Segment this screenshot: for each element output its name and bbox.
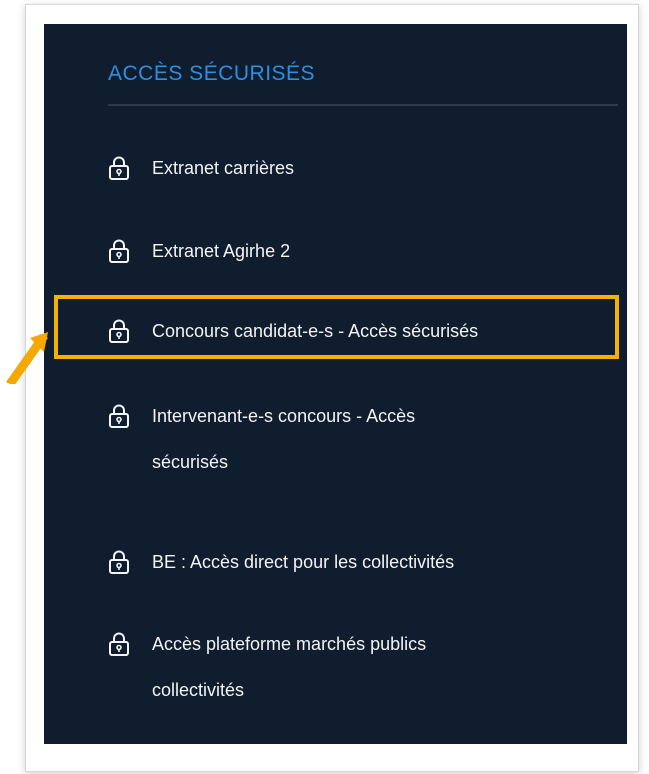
link-label: Concours candidat-e-s - Accès sécurisés bbox=[152, 321, 479, 341]
title-divider bbox=[108, 104, 618, 106]
lock-icon bbox=[108, 404, 130, 428]
link-label: Extranet Agirhe 2 bbox=[152, 241, 291, 261]
lock-icon bbox=[108, 319, 130, 343]
lock-icon bbox=[108, 632, 130, 656]
link-label: BE : Accès direct pour les collectivités bbox=[152, 552, 455, 572]
link-label: Accès plateforme marchés publics bbox=[152, 634, 427, 654]
link-label: Extranet carrières bbox=[152, 158, 295, 178]
lock-icon bbox=[108, 239, 130, 263]
lock-icon bbox=[108, 156, 130, 180]
link-label: Intervenant-e-s concours - Accès bbox=[152, 406, 416, 426]
panel-title: ACCÈS SÉCURISÉS bbox=[108, 62, 316, 85]
lock-icon bbox=[108, 550, 130, 574]
link-label-continued: sécurisés bbox=[152, 452, 229, 472]
link-label-continued: collectivités bbox=[152, 680, 245, 700]
pointer-arrow-icon bbox=[6, 332, 48, 384]
